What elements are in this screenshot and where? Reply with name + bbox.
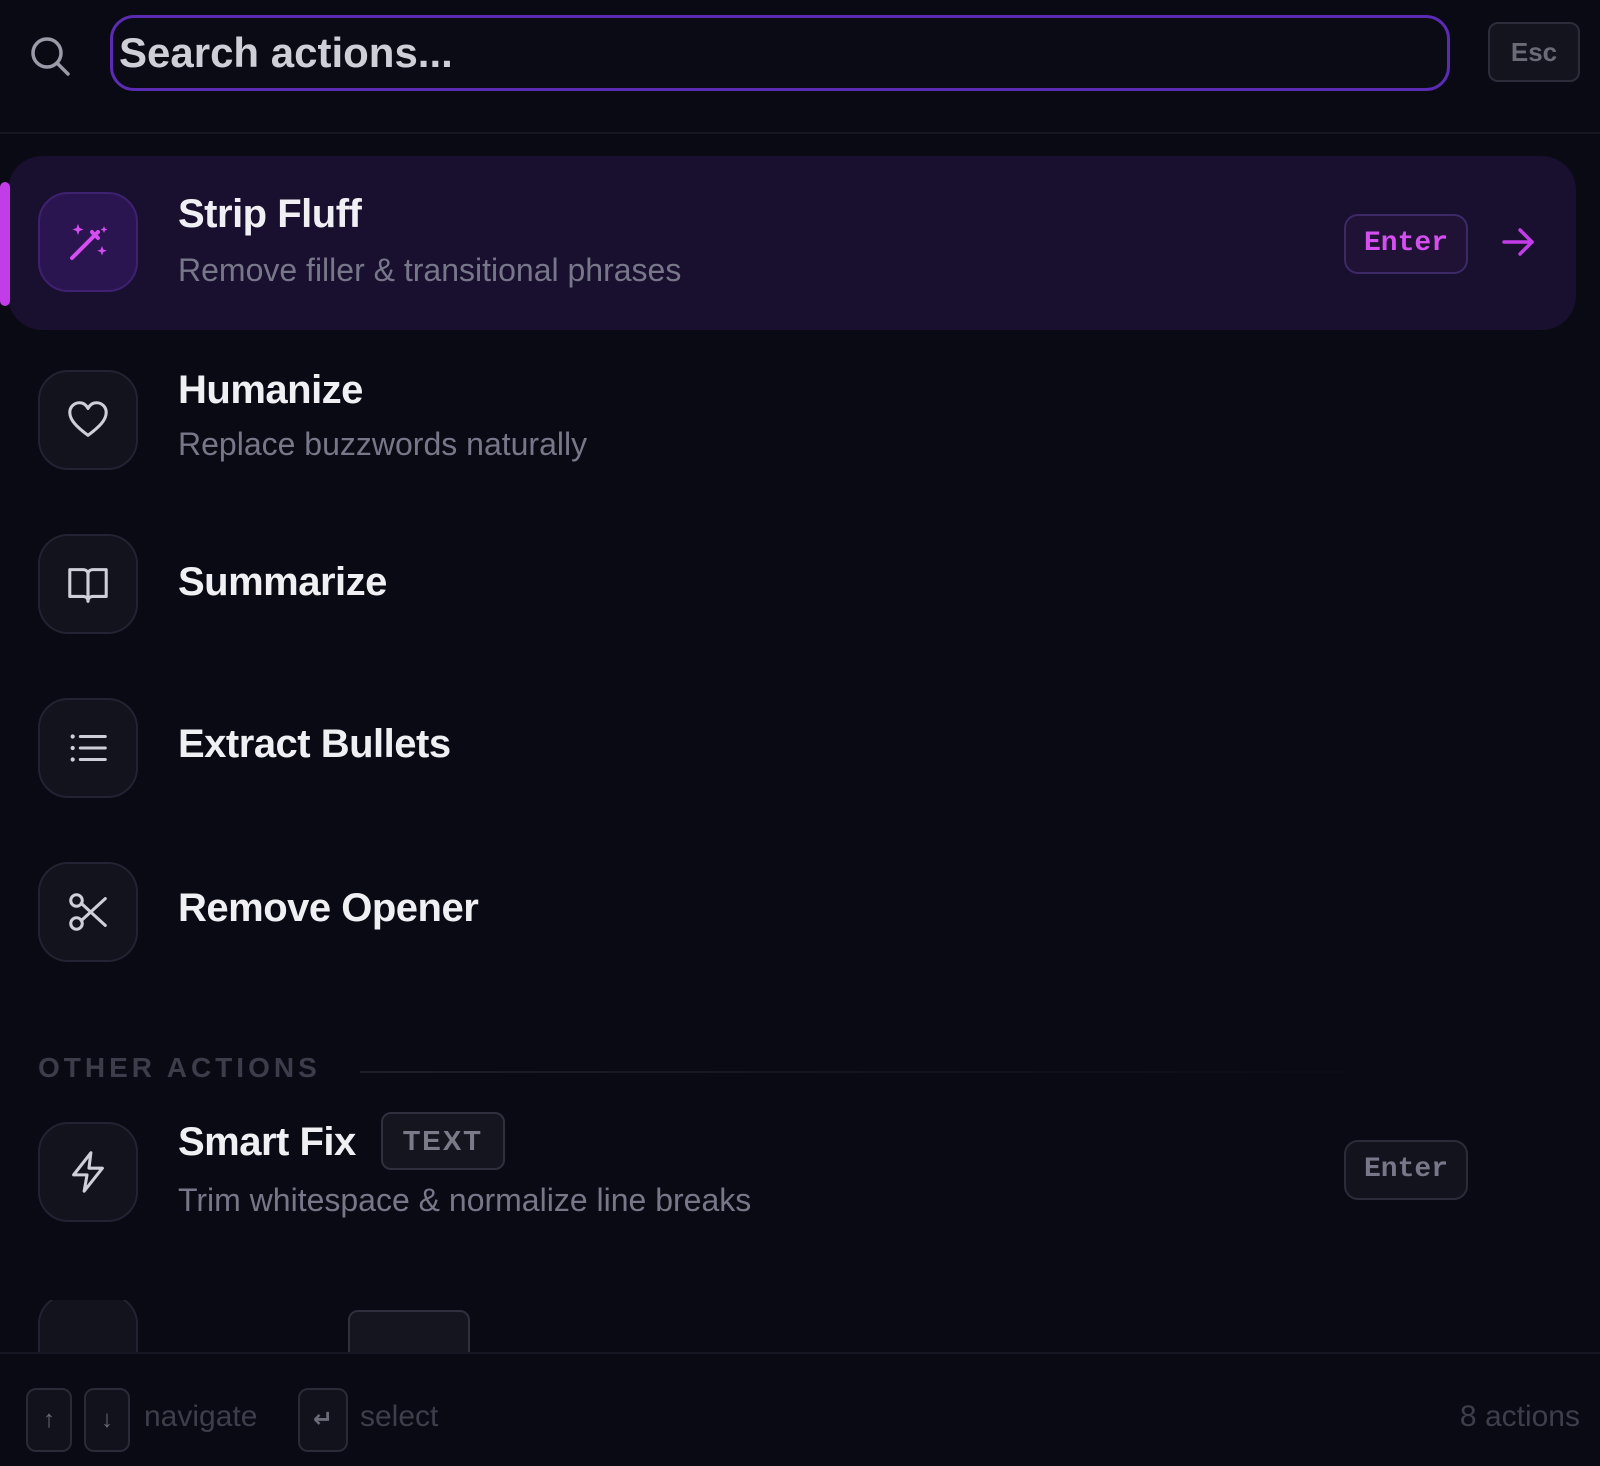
arrow-right-icon	[1502, 228, 1534, 256]
lightning-icon	[72, 1151, 104, 1193]
command-palette: Esc Strip Fluff Remove filler & transiti…	[0, 0, 1600, 1466]
action-description: Replace buzzwords naturally	[178, 426, 588, 462]
up-arrow-key: ↑	[26, 1388, 72, 1452]
search-icon	[31, 37, 70, 76]
action-count: 8 actions	[1459, 1400, 1580, 1433]
type-tag: TEXT	[381, 1112, 505, 1170]
action-item-smart-fix[interactable]: Smart Fix TEXT Trim whitespace & normali…	[8, 1098, 1576, 1248]
action-item-humanize[interactable]: Humanize Replace buzzwords naturally	[8, 338, 1576, 502]
action-icon-box	[38, 1122, 138, 1222]
action-title: Humanize	[178, 368, 363, 412]
search-bar: Esc	[0, 0, 1600, 134]
footer-hints: ↑ ↓ navigate ↵ select 8 actions	[0, 1352, 1600, 1466]
partial-action-item	[0, 1300, 1600, 1352]
action-icon-box	[38, 862, 138, 962]
enter-shortcut-badge: Enter	[1344, 214, 1468, 274]
scissors-icon	[69, 893, 107, 931]
book-open-icon	[68, 568, 108, 603]
action-item-extract-bullets[interactable]: Extract Bullets	[8, 674, 1576, 824]
list-icon	[70, 734, 107, 762]
section-divider	[360, 1071, 1420, 1073]
action-icon-box	[38, 534, 138, 634]
action-title: Strip Fluff	[178, 192, 362, 236]
action-icon-box	[38, 370, 138, 470]
down-arrow-key: ↓	[84, 1388, 130, 1452]
action-icon-box	[38, 192, 138, 292]
action-title: Smart Fix	[178, 1120, 356, 1164]
esc-key-button[interactable]: Esc	[1488, 22, 1580, 82]
action-item-strip-fluff[interactable]: Strip Fluff Remove filler & transitional…	[0, 156, 1576, 330]
search-input[interactable]	[110, 15, 1450, 91]
action-icon-box	[38, 1300, 138, 1352]
action-item-remove-opener[interactable]: Remove Opener	[8, 838, 1576, 988]
active-indicator	[0, 182, 10, 306]
heart-icon	[68, 401, 108, 437]
action-item-summarize[interactable]: Summarize	[8, 510, 1576, 660]
navigate-hint: navigate	[144, 1400, 258, 1433]
enter-shortcut-badge: Enter	[1344, 1140, 1468, 1200]
type-tag	[348, 1310, 470, 1352]
section-header: OTHER ACTIONS	[38, 1052, 321, 1083]
action-icon-box	[38, 698, 138, 798]
action-title: Summarize	[178, 560, 387, 604]
magic-wand-icon	[70, 224, 108, 260]
action-title: Remove Opener	[178, 886, 479, 930]
action-description: Remove filler & transitional phrases	[178, 252, 682, 288]
action-description: Trim whitespace & normalize line breaks	[178, 1182, 752, 1218]
action-title: Extract Bullets	[178, 722, 451, 766]
select-hint: select	[360, 1400, 439, 1433]
enter-key: ↵	[298, 1388, 348, 1452]
